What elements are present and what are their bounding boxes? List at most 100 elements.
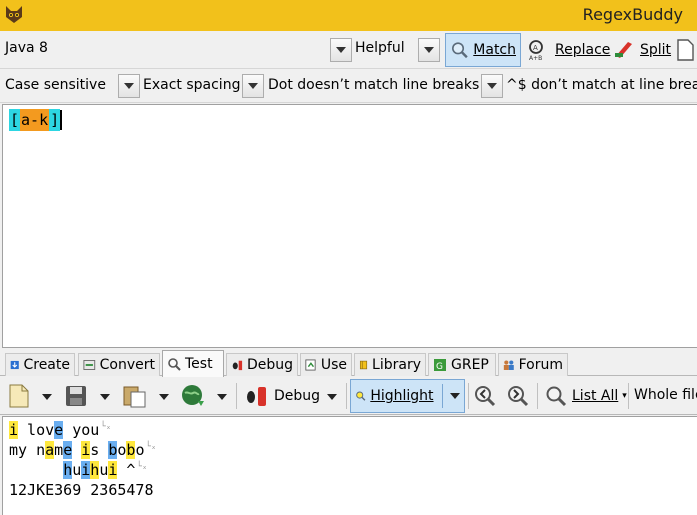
regex-bracket-open: [	[9, 109, 21, 131]
list-all-button[interactable]: List All ▾	[540, 379, 631, 413]
match-highlight: e	[63, 441, 73, 459]
magnifier-icon	[452, 42, 468, 59]
tab-use-label: Use	[320, 357, 347, 373]
main-toolbar: Java 8 Helpful Match A A+B Replace Split	[0, 31, 697, 69]
test-line-4: 12JKE369 2365478	[9, 480, 154, 500]
line-break-marker-icon: └ₓ	[100, 422, 112, 432]
tab-library-label: Library	[372, 357, 421, 373]
tab-test[interactable]: Test	[162, 350, 224, 377]
flavor-dropdown-button[interactable]	[330, 38, 352, 62]
split-icon	[615, 42, 632, 58]
globe-dropdown-arrow[interactable]	[217, 394, 227, 400]
test-line-3: huihui ^└ₓ	[9, 460, 147, 480]
dot-dropdown-button[interactable]	[481, 74, 503, 98]
highlight-magnifier-icon	[356, 391, 366, 401]
match-label: Match	[473, 42, 516, 58]
forum-icon	[503, 360, 514, 370]
chevron-down-icon	[424, 47, 434, 53]
line-break-marker-icon: └ₓ	[145, 442, 157, 452]
test-magnifier-icon	[168, 358, 181, 371]
test-text-segment: u	[72, 461, 82, 479]
toolbar-separator	[537, 383, 538, 409]
tab-forum-label: Forum	[518, 357, 563, 373]
line-break-marker-icon: └ₓ	[136, 462, 148, 472]
previous-match-icon[interactable]	[473, 384, 497, 408]
debug-icon	[232, 360, 243, 371]
save-icon[interactable]	[64, 384, 88, 408]
test-text-segment: 12JKE369 2365478	[9, 481, 154, 499]
flavor-select-value[interactable]: Java 8	[5, 40, 48, 56]
debug-button[interactable]: Debug	[240, 379, 324, 413]
tab-debug[interactable]: Debug	[226, 353, 298, 376]
match-highlight: e	[54, 421, 64, 439]
regex-range: a-k	[20, 109, 50, 131]
tab-convert[interactable]: Convert	[78, 353, 160, 376]
match-highlight: h	[63, 461, 73, 479]
document-icon[interactable]	[676, 39, 694, 61]
test-toolbar: Debug Highlight List All ▾ Whole file	[0, 377, 697, 415]
text-cursor	[60, 110, 63, 130]
paste-dropdown-arrow[interactable]	[159, 394, 169, 400]
library-icon	[359, 360, 368, 370]
create-icon	[10, 360, 19, 370]
regexbuddy-cat-icon[interactable]	[3, 3, 25, 25]
test-text-segment: m	[54, 441, 64, 459]
chevron-down-icon	[487, 83, 497, 89]
test-text-segment: u	[99, 461, 109, 479]
regex-text: [a-k]	[9, 109, 63, 131]
match-button[interactable]: Match	[445, 33, 521, 67]
test-text-segment	[9, 461, 63, 479]
tab-grep-label: GREP	[451, 357, 489, 373]
next-match-icon[interactable]	[506, 384, 530, 408]
anchors-option-value[interactable]: ^$ don’t match at line breaks	[506, 77, 697, 93]
paste-icon[interactable]	[122, 383, 148, 409]
test-text-segment: s	[90, 441, 109, 459]
dot-option-value[interactable]: Dot doesn’t match line breaks	[268, 77, 479, 93]
helpful-dropdown-button[interactable]	[418, 38, 440, 62]
tab-use[interactable]: Use	[300, 353, 352, 376]
tab-forum[interactable]: Forum	[498, 353, 568, 376]
tab-grep[interactable]: G GREP	[428, 353, 496, 376]
toolbar-separator	[468, 383, 469, 409]
chevron-down-icon[interactable]	[450, 393, 460, 399]
bug-icon	[247, 387, 266, 406]
replace-icon: A A+B	[529, 40, 543, 62]
open-file-icon[interactable]	[7, 383, 31, 409]
list-magnifier-icon	[546, 386, 567, 407]
chevron-down-icon	[336, 47, 346, 53]
window-title: RegexBuddy	[582, 5, 683, 24]
match-highlight: i	[9, 421, 19, 439]
tab-create-label: Create	[23, 357, 70, 373]
svg-text:G: G	[436, 362, 443, 372]
open-dropdown-arrow[interactable]	[42, 394, 52, 400]
tab-create[interactable]: Create	[5, 353, 75, 376]
replace-label: Replace	[555, 42, 611, 58]
highlight-button[interactable]: Highlight	[350, 379, 465, 413]
regex-editor[interactable]: [a-k]	[2, 104, 697, 348]
test-text-segment: you	[63, 421, 100, 439]
replace-button[interactable]: A A+B Replace	[523, 33, 614, 67]
globe-icon[interactable]	[180, 383, 206, 409]
svg-text:A: A	[533, 44, 538, 52]
helpful-select-value[interactable]: Helpful	[355, 40, 405, 56]
case-dropdown-button[interactable]	[118, 74, 140, 98]
tab-library[interactable]: Library	[354, 353, 426, 376]
case-option-value[interactable]: Case sensitive	[5, 77, 106, 93]
tab-convert-label: Convert	[99, 357, 155, 373]
spacing-dropdown-button[interactable]	[242, 74, 264, 98]
svg-text:A+B: A+B	[529, 55, 542, 62]
tab-test-label: Test	[185, 356, 213, 372]
test-text-segment	[72, 441, 81, 459]
panel-tabs: Create Convert Test Debug Use Library G …	[0, 350, 697, 377]
spacing-option-value[interactable]: Exact spacing	[143, 77, 240, 93]
debug-dropdown-arrow[interactable]	[327, 394, 337, 400]
save-dropdown-arrow[interactable]	[100, 394, 110, 400]
scope-select-value[interactable]: Whole file	[634, 387, 697, 403]
toolbar-separator	[346, 383, 347, 409]
convert-icon	[83, 360, 96, 370]
chevron-down-icon	[124, 83, 134, 89]
highlight-label: Highlight	[370, 388, 434, 404]
match-highlight: a	[45, 441, 55, 459]
test-subject-text[interactable]: i love you└ₓ my name is bobo└ₓ huihui ^└…	[2, 416, 697, 515]
split-button[interactable]: Split	[608, 33, 675, 67]
